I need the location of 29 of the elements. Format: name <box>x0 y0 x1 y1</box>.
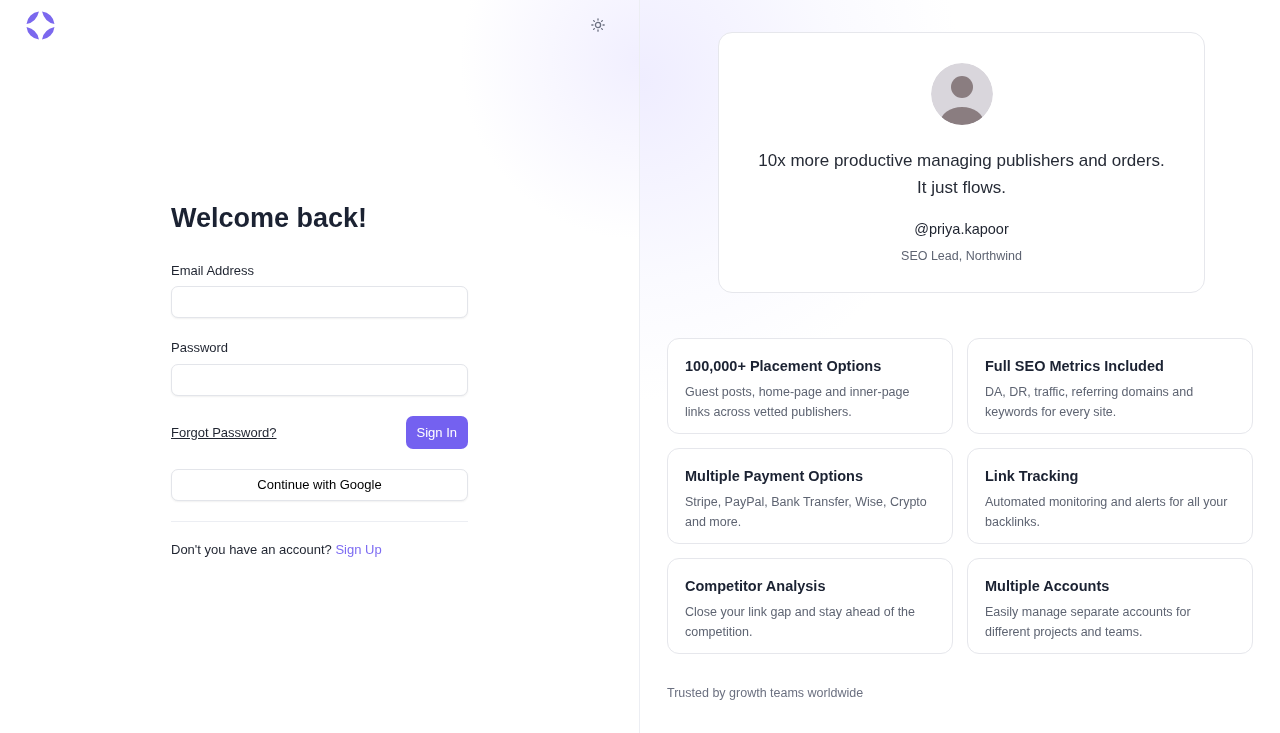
footer-note: Trusted by growth teams worldwide <box>667 685 865 702</box>
quote-text: 10x more productive managing publishers and orders. <box>757 150 1166 172</box>
signup-prompt: Don't you have an account? <box>171 542 332 557</box>
author-role: SEO Lead, Northwind <box>900 247 1023 265</box>
feature-description: Stripe, PayPal, Bank Transfer, Wise, Crypto and more. <box>685 493 928 531</box>
feature-title: Competitor Analysis <box>685 577 827 596</box>
feature-title: Link Tracking <box>985 467 1080 486</box>
feature-description: DA, DR, traffic, referring domains and keywords for every site. <box>985 383 1195 421</box>
feature-description: Close your link gap and stay ahead of the competition. <box>685 603 916 641</box>
google-sign-in-button[interactable]: Continue with Google <box>171 469 468 501</box>
field-label: Email Address <box>171 261 256 280</box>
page-title: Welcome back! <box>171 202 369 235</box>
feature-title: Multiple Payment Options <box>685 467 865 486</box>
sign-up-link[interactable]: Sign Up <box>335 542 382 557</box>
feature-title: Full SEO Metrics Included <box>985 357 1165 376</box>
author-handle: @priya.kapoor <box>913 220 1010 239</box>
feature-description: Easily manage separate accounts for different projects and teams. <box>985 603 1192 641</box>
feature-title: 100,000+ Placement Options <box>685 357 883 376</box>
theme-toggle-icon[interactable] <box>591 18 605 32</box>
password-input[interactable] <box>171 363 468 396</box>
logo-icon <box>26 11 55 40</box>
feature-title: Multiple Accounts <box>985 577 1111 596</box>
email-input[interactable] <box>171 286 468 318</box>
quote-text: It just flows. <box>916 177 1007 199</box>
forgot-password-link[interactable]: Forgot Password? <box>171 422 277 442</box>
field-label: Password <box>171 339 230 357</box>
feature-description: Automated monitoring and alerts for all your backlinks. <box>985 493 1229 531</box>
feature-description: Guest posts, home-page and inner-page links across vetted publishers. <box>685 383 911 421</box>
sign-in-button[interactable]: Sign In <box>405 415 468 449</box>
